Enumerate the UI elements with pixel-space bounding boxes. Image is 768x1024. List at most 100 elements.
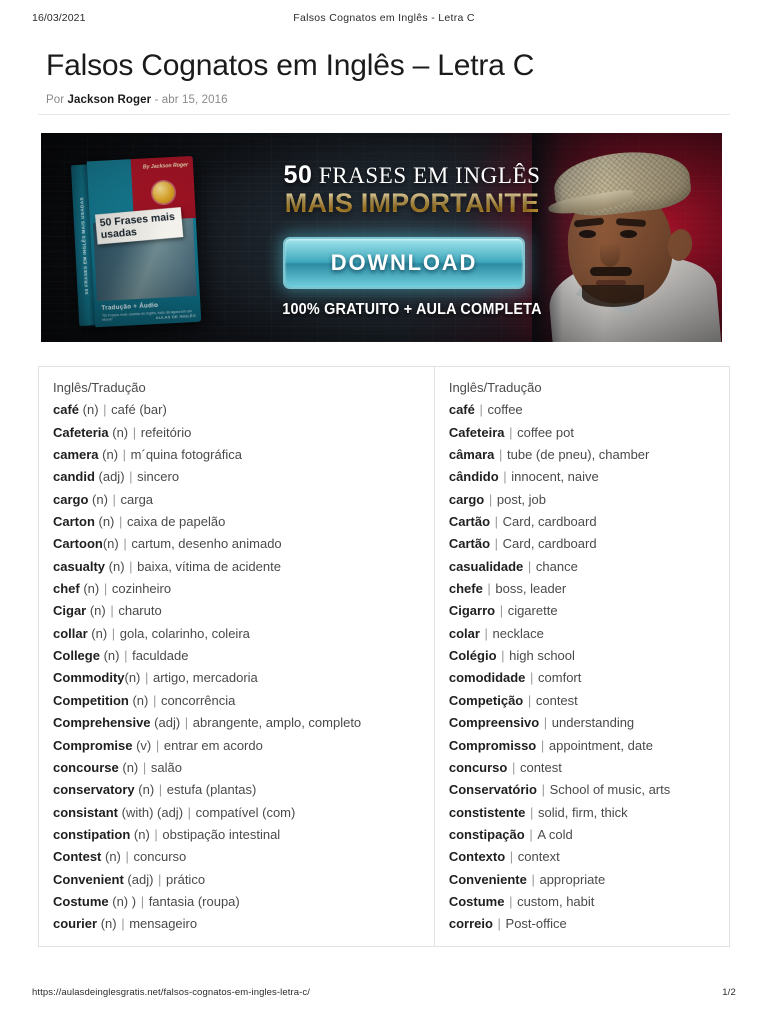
banner-headline-line1: 50 FRASES EM INGLÊS: [247, 161, 577, 190]
row-separator: |: [497, 648, 509, 664]
banner-headline-number: 50: [283, 161, 313, 189]
row-definition: cigarette: [507, 603, 558, 619]
row-part-of-speech: (n): [118, 759, 139, 775]
row-part-of-speech: (v): [132, 737, 152, 753]
row-term: Convenient: [53, 871, 124, 887]
table-row: conservatory (n) | estufa (plantas): [53, 779, 434, 801]
row-separator: |: [99, 402, 111, 418]
byline-date: abr 15, 2016: [161, 94, 228, 106]
row-separator: |: [106, 603, 118, 619]
promo-banner[interactable]: 50 FRASES EM INGLÊS MAIS USADAS By Jacks…: [41, 133, 722, 342]
table-row: Commodity(n) | artigo, mercadoria: [53, 667, 434, 689]
row-term: casualidade: [448, 558, 524, 574]
row-term: Cartoon: [53, 536, 103, 552]
row-term: câmara: [448, 447, 495, 463]
row-part-of-speech: (n): [86, 603, 106, 619]
row-term: camera: [53, 447, 99, 463]
row-separator: |: [499, 469, 511, 485]
table-row: constipation (n) | obstipação intestinal: [53, 824, 434, 846]
row-separator: |: [141, 670, 152, 686]
row-separator: |: [115, 514, 126, 530]
row-separator: |: [119, 447, 130, 463]
banner-headline-rest: FRASES EM INGLÊS: [318, 163, 541, 188]
byline-prefix: Por: [46, 94, 65, 106]
row-definition: faculdade: [132, 648, 189, 664]
row-part-of-speech: (n): [108, 424, 129, 440]
table-row: Compreensivo | understanding: [449, 712, 729, 734]
table-row: Contest (n) | concurso: [53, 846, 434, 868]
row-part-of-speech: (n): [97, 916, 117, 932]
row-definition: fantasia (roupa): [148, 893, 240, 909]
row-definition: cartum, desenho animado: [131, 536, 282, 552]
row-separator: |: [505, 893, 517, 909]
print-header: 16/03/2021 Falsos Cognatos em Inglês - L…: [0, 12, 768, 28]
row-separator: |: [506, 849, 517, 865]
row-definition: refeitório: [140, 424, 192, 440]
table-row: Competição | contest: [449, 690, 729, 712]
row-definition: contest: [519, 759, 562, 775]
row-definition: sincero: [137, 469, 180, 485]
row-term: Cafeteira: [448, 424, 505, 440]
row-definition: chance: [535, 558, 578, 574]
row-definition: coffee: [487, 402, 523, 418]
row-term: constipation: [53, 826, 131, 842]
table-row: câmara | tube (de pneu), chamber: [449, 444, 729, 466]
row-term: correio: [448, 916, 493, 932]
row-part-of-speech: (adj): [150, 715, 181, 731]
row-term: concourse: [53, 759, 119, 775]
row-definition: understanding: [551, 715, 635, 731]
row-definition: compatível (com): [195, 804, 296, 820]
print-footer-url[interactable]: https://aulasdeinglesgratis.net/falsos-c…: [32, 987, 310, 998]
row-term: constistente: [448, 804, 526, 820]
print-footer-page-number: 1/2: [722, 987, 736, 998]
table-row: consistant (with) (adj) | compatível (co…: [53, 802, 434, 824]
row-term: Costume: [448, 893, 505, 909]
row-part-of-speech: (n): [101, 849, 121, 865]
table-column-english: Inglês/Tradução café (n) | café (bar) Caf…: [39, 367, 434, 946]
row-separator: |: [150, 826, 162, 842]
print-footer: https://aulasdeinglesgratis.net/falsos-c…: [0, 987, 768, 1001]
row-part-of-speech: (n): [130, 826, 150, 842]
row-part-of-speech: (n): [79, 581, 100, 597]
table-row: correio | Post-office: [449, 913, 729, 935]
row-definition: Card, cardboard: [502, 514, 597, 530]
row-separator: |: [155, 782, 166, 798]
byline-author[interactable]: Jackson Roger: [68, 94, 152, 106]
row-definition: concorrência: [160, 692, 236, 708]
row-definition: appointment, date: [548, 737, 653, 753]
row-term: Commodity: [53, 670, 125, 686]
row-separator: |: [184, 804, 195, 820]
table-row: chef (n) | cozinheiro: [53, 578, 434, 600]
row-separator: |: [493, 916, 505, 932]
banner-download-button[interactable]: DOWNLOAD: [285, 239, 523, 287]
row-definition: coffee pot: [517, 424, 574, 440]
row-part-of-speech: (with) (adj): [118, 804, 184, 820]
row-separator: |: [120, 648, 132, 664]
table-row: Cigarro | cigarette: [449, 600, 729, 622]
row-term: Compromise: [53, 737, 133, 753]
row-separator: |: [537, 782, 549, 798]
row-definition: concurso: [133, 849, 187, 865]
row-term: candid: [53, 469, 95, 485]
row-separator: |: [491, 514, 502, 530]
table-row: chefe | boss, leader: [449, 578, 729, 600]
table-row: Costume (n) ) | fantasia (roupa): [53, 891, 434, 913]
row-term: Conservatório: [448, 782, 537, 798]
row-definition: boss, leader: [495, 581, 567, 597]
row-separator: |: [125, 469, 137, 485]
table-row: College (n) | faculdade: [53, 645, 434, 667]
table-row: Convenient (adj) | prático: [53, 869, 434, 891]
row-separator: |: [480, 625, 492, 641]
false-cognates-table: Inglês/Tradução café (n) | café (bar) Caf…: [38, 366, 730, 947]
row-term: Cafeteria: [53, 424, 109, 440]
table-row: courier (n) | mensageiro: [53, 913, 434, 935]
row-definition: A cold: [537, 826, 573, 842]
row-term: Compreensivo: [448, 715, 540, 731]
table-row: Contexto | context: [449, 846, 729, 868]
table-row: cargo (n) | carga: [53, 489, 434, 511]
row-separator: |: [475, 402, 487, 418]
row-separator: |: [526, 670, 538, 686]
row-term: constipação: [448, 826, 525, 842]
table-row: casualidade | chance: [449, 556, 729, 578]
row-part-of-speech: (adj): [123, 871, 154, 887]
